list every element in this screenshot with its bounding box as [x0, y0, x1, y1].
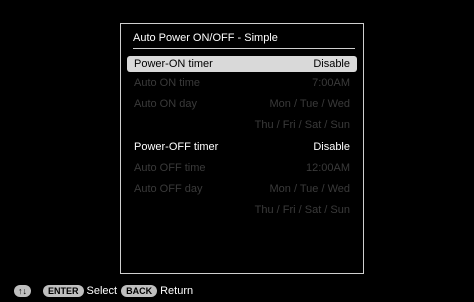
power-off-timer-value: Disable [313, 141, 350, 153]
dialog-title: Auto Power ON/OFF - Simple [133, 32, 278, 44]
auto-power-dialog: Auto Power ON/OFF - Simple Power-ON time… [120, 23, 364, 274]
auto-on-day-value-1: Mon / Tue / Wed [269, 98, 350, 110]
power-off-timer-row[interactable]: Power-OFF timer Disable [127, 139, 357, 155]
auto-on-day-row: Auto ON day Mon / Tue / Wed [127, 96, 357, 112]
auto-off-day-label: Auto OFF day [134, 183, 203, 195]
footer-hints: ↑↓ ENTER Select BACK Return [14, 283, 197, 299]
back-key-badge: BACK [121, 285, 158, 297]
auto-off-time-value: 12:00AM [305, 162, 350, 174]
power-off-timer-label: Power-OFF timer [134, 141, 219, 153]
power-on-timer-value: Disable [313, 58, 350, 70]
auto-on-time-label: Auto ON time [134, 77, 201, 89]
power-on-timer-row[interactable]: Power-ON timer Disable [127, 56, 357, 72]
enter-key-badge: ENTER [43, 285, 84, 297]
auto-off-day-value-2: Thu / Fri / Sat / Sun [254, 204, 350, 216]
auto-on-time-row: Auto ON time 7:00AM [127, 75, 357, 91]
auto-on-day-row-2: Thu / Fri / Sat / Sun [127, 117, 357, 133]
auto-off-day-value-1: Mon / Tue / Wed [269, 183, 350, 195]
power-on-timer-label: Power-ON timer [134, 58, 213, 70]
auto-on-day-label: Auto ON day [134, 98, 197, 110]
auto-on-day-value-2: Thu / Fri / Sat / Sun [254, 119, 350, 131]
return-hint-label: Return [160, 285, 194, 297]
auto-on-time-value: 7:00AM [312, 77, 350, 89]
auto-off-day-row-2: Thu / Fri / Sat / Sun [127, 202, 357, 218]
auto-off-time-label: Auto OFF time [134, 162, 206, 174]
title-divider [133, 48, 355, 49]
up-down-arrows-icon: ↑↓ [14, 285, 31, 297]
auto-off-time-row: Auto OFF time 12:00AM [127, 160, 357, 176]
auto-off-day-row: Auto OFF day Mon / Tue / Wed [127, 181, 357, 197]
select-hint-label: Select [86, 285, 118, 297]
